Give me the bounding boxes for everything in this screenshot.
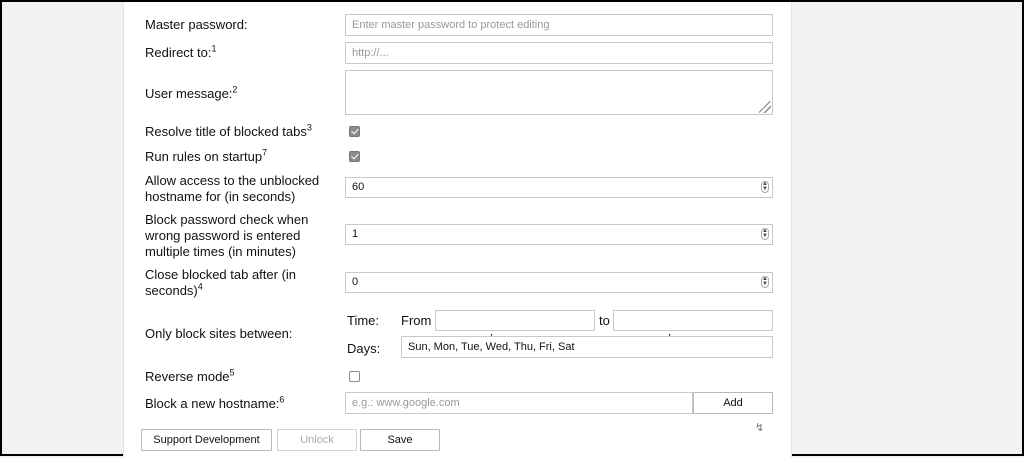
only-block-label: Only block sites between:: [145, 326, 293, 341]
block-hostname-input[interactable]: [345, 392, 693, 414]
master-password-label: Master password:: [145, 17, 248, 32]
allow-access-number-input[interactable]: 60 ▲ ▼: [345, 177, 773, 198]
reverse-mode-checkbox[interactable]: [349, 371, 360, 382]
user-message-textarea[interactable]: [345, 70, 773, 115]
user-message-label: User message:2: [145, 84, 238, 101]
from-label: From: [401, 313, 432, 328]
block-password-number-input[interactable]: 1 ▲ ▼: [345, 224, 773, 245]
redirect-to-label: Redirect to:1: [145, 43, 217, 60]
master-password-input[interactable]: [345, 14, 773, 36]
time-label: Time:: [347, 313, 380, 328]
block-hostname-label: Block a new hostname:6: [145, 394, 285, 411]
allow-access-label: Allow access to the unblocked hostname f…: [145, 173, 320, 204]
reverse-mode-label: Reverse mode5: [145, 367, 235, 384]
add-hostname-button[interactable]: Add: [693, 392, 773, 414]
resolve-title-label: Resolve title of blocked tabs3: [145, 122, 312, 139]
resolve-title-checkbox[interactable]: [349, 126, 360, 137]
close-tab-label: Close blocked tab after (in seconds)4: [145, 267, 297, 298]
block-password-label: Block password check when wrong password…: [145, 212, 309, 259]
to-time-input[interactable]: -- : -- --: [613, 310, 773, 344]
spinner-icon[interactable]: ▲ ▼: [761, 228, 769, 240]
close-tab-number-input[interactable]: 0 ▲ ▼: [345, 272, 773, 293]
to-label: to: [599, 313, 610, 328]
run-rules-label: Run rules on startup7: [145, 147, 268, 164]
days-select[interactable]: Sun, Mon, Tue, Wed, Thu, Fri, Sat: [401, 336, 773, 358]
days-label: Days:: [347, 341, 381, 356]
support-development-button[interactable]: Support Development: [141, 429, 272, 451]
resize-corner-icon: ↯: [755, 422, 765, 434]
spinner-icon[interactable]: ▲ ▼: [761, 276, 769, 288]
save-button[interactable]: Save: [360, 429, 440, 451]
options-panel: Master password: Redirect to:1 User mess…: [123, 2, 792, 458]
unlock-button[interactable]: Unlock: [277, 429, 357, 451]
spinner-icon[interactable]: ▲ ▼: [761, 181, 769, 193]
from-time-input[interactable]: -- : -- --: [435, 310, 595, 344]
resize-grip-icon[interactable]: [759, 101, 771, 113]
run-rules-checkbox[interactable]: [349, 151, 360, 162]
redirect-to-input[interactable]: [345, 42, 773, 64]
